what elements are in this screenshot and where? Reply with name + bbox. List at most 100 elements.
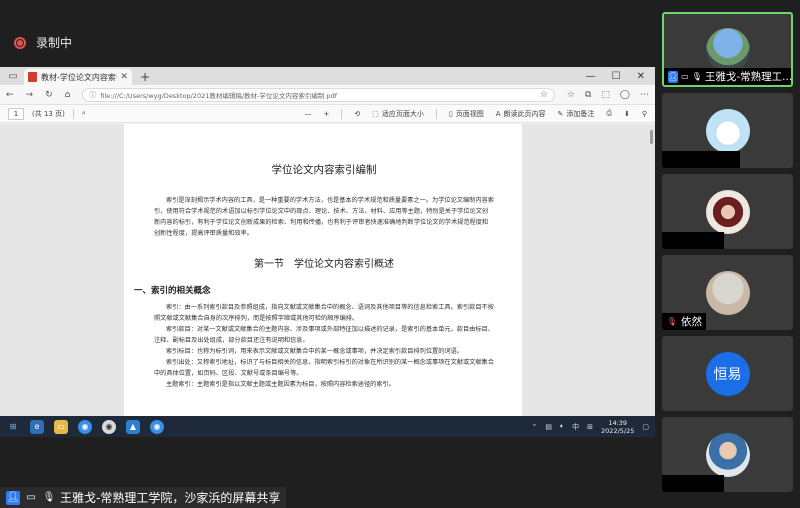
recording-indicator[interactable]: 录制中 <box>14 34 72 51</box>
microphone-icon: 🎙︎ <box>42 492 56 503</box>
pdf-toolbar: 1 (共 13 页) ⌕ — + ⟲ ⬚ 适应页面大小 ▯ 页面视图 A 朗读此页内容… <box>0 105 655 123</box>
zoom-in-button[interactable]: + <box>323 110 329 118</box>
participant-namebar <box>662 232 724 249</box>
refresh-icon[interactable]: ↻ <box>45 90 53 100</box>
record-icon <box>14 36 26 49</box>
home-icon[interactable]: ⌂ <box>65 90 71 100</box>
shared-screen: ▭ 教材-学位论文内容索引 ✕ + — ☐ ✕ ← → ↻ ⌂ ⓘ file:/… <box>0 67 655 437</box>
zoom-out-button[interactable]: — <box>304 110 311 118</box>
avatar <box>705 189 750 234</box>
participant-namebar: 🎙︎ 依然 <box>662 313 706 330</box>
file-explorer-icon[interactable]: ▭ <box>54 419 68 434</box>
page-number-input[interactable]: 1 <box>8 107 24 120</box>
page-view-icon: ▯ <box>448 109 453 118</box>
avatar <box>705 432 750 477</box>
participant-tile[interactable] <box>662 93 793 168</box>
url-text: file:///C:/Users/wyg/Desktop/2021教材编辑稿/教… <box>100 91 337 100</box>
tab-actions-icon[interactable]: ▭ <box>6 69 20 83</box>
page-view-label: 页面视图 <box>455 109 484 118</box>
maximize-button[interactable]: ☐ <box>612 71 621 82</box>
close-tab-icon[interactable]: ✕ <box>120 72 128 82</box>
notification-icon[interactable]: ▢ <box>642 423 649 431</box>
collections-icon[interactable]: ⧉ <box>585 90 591 100</box>
pdf-viewer[interactable]: 学位论文内容索引编制 索引是深刻揭示学术内容的工具，是一种重要的学术方法，也是基… <box>0 124 655 416</box>
search-icon[interactable]: ⌕ <box>82 109 86 118</box>
add-note-button[interactable]: ✎ 添加备注 <box>558 109 595 119</box>
edge-browser-icon[interactable]: e <box>30 419 44 434</box>
doc-title: 学位论文内容索引编制 <box>271 164 377 176</box>
participant-tile[interactable] <box>662 417 793 492</box>
app-icon[interactable]: ◉ <box>150 419 164 434</box>
paragraph: 索引：由一系列索引款目及参照组成，指向文献或文献集合中的概念、语词及其他项目等的… <box>154 304 494 322</box>
paragraph: 主题索引：主题索引是指以文献主题或主题因素为标目，按照内容检索途径的索引。 <box>166 381 395 388</box>
address-bar-row: ← → ↻ ⌂ ⓘ file:///C:/Users/wyg/Desktop/2… <box>0 85 655 105</box>
screen-share-icon: ▭ <box>26 492 36 503</box>
pdf-icon <box>28 72 37 82</box>
app-icon[interactable]: ◉ <box>102 419 116 434</box>
avatar <box>705 108 750 153</box>
clock-time: 14:39 <box>608 418 628 427</box>
participant-tile[interactable]: 恒易 <box>662 336 793 411</box>
participant-namebar: 👤︎ ▭ 🎙︎ 王雅戈-常熟理工... <box>664 68 791 85</box>
favorites-icon[interactable]: ☆ <box>567 90 575 100</box>
participant-tile[interactable] <box>662 174 793 249</box>
tab-title: 教材-学位论文内容索引 <box>41 72 118 82</box>
divider <box>435 108 437 119</box>
new-tab-button[interactable]: + <box>140 70 150 84</box>
windows-start-icon[interactable]: ⊞ <box>6 420 20 434</box>
windows-taskbar: ⊞ e ▭ ◉ ◉ ▲ ◉ ⌃ ▤ 🔈︎ 中 ⊞ 14:39 2022/5/25… <box>0 416 655 437</box>
apps-icon[interactable]: ⊞ <box>587 423 593 431</box>
heading-1: 一、索引的相关概念 <box>134 286 211 296</box>
close-button[interactable]: ✕ <box>637 71 645 82</box>
read-aloud-label: 朗读此页内容 <box>503 109 546 118</box>
participant-name: 依然 <box>681 316 702 328</box>
paragraph: 索引款目：对某一文献或文献集合的主题内容、涉及事项或外部特征加以描述的记录，是索… <box>154 326 494 344</box>
avatar <box>705 27 750 72</box>
read-aloud-icon: A <box>495 109 501 118</box>
network-icon[interactable]: ▤ <box>545 423 552 431</box>
minimize-button[interactable]: — <box>586 71 596 82</box>
scrollbar[interactable] <box>650 130 653 144</box>
window-controls: — ☐ ✕ <box>586 71 655 85</box>
person-icon: 👤︎ <box>668 70 679 83</box>
pin-icon[interactable]: ⚲ <box>642 110 647 118</box>
address-input[interactable]: ⓘ file:///C:/Users/wyg/Desktop/2021教材编辑稿… <box>82 87 555 102</box>
ime-indicator[interactable]: 中 <box>572 422 579 432</box>
paragraph: 索引标目：也称为标引词，用来表示文献或文献集合中的某一概念或事项，并决定索引款目… <box>166 348 463 355</box>
add-note-label: 添加备注 <box>566 109 595 118</box>
microphone-muted-icon: 🎙︎ <box>666 317 678 326</box>
read-aloud-button[interactable]: A 朗读此页内容 <box>496 109 546 119</box>
browser-tab[interactable]: 教材-学位论文内容索引 ✕ <box>24 69 132 85</box>
extensions-icon[interactable]: ⬚ <box>601 90 610 100</box>
print-icon[interactable]: ⎙ <box>606 109 612 118</box>
microphone-icon: 🎙︎ <box>691 72 702 81</box>
initials-avatar: 恒易 <box>705 351 750 396</box>
more-icon[interactable]: ⋯ <box>640 90 649 100</box>
paragraph: 索引出处：又称索引地址，标识了与标目相关的信息，指明索引标引的对象在所识别的某一… <box>154 359 494 377</box>
fit-page-button[interactable]: ⬚ 适应页面大小 <box>372 109 424 119</box>
participant-namebar <box>662 475 724 492</box>
rotate-icon[interactable]: ⟲ <box>354 110 360 118</box>
fit-page-label: 适应页面大小 <box>381 109 424 118</box>
pdf-tools: — + ⟲ ⬚ 适应页面大小 ▯ 页面视图 A 朗读此页内容 ✎ 添加备注 ⎙ ⬇ ⚲ <box>304 108 647 119</box>
clock[interactable]: 14:39 2022/5/25 <box>601 419 634 435</box>
volume-icon[interactable]: 🔈︎ <box>560 422 564 431</box>
forward-icon[interactable]: → <box>26 90 34 100</box>
app-icon[interactable]: ◉ <box>78 419 92 434</box>
screen-share-icon: ▭ <box>681 72 689 81</box>
divider <box>341 108 343 119</box>
page-view-button[interactable]: ▯ 页面视图 <box>449 109 484 119</box>
save-icon[interactable]: ⬇ <box>624 110 630 118</box>
participant-tile[interactable]: 🎙︎ 依然 <box>662 255 793 330</box>
tray-chevron-icon[interactable]: ⌃ <box>531 423 537 431</box>
back-icon[interactable]: ← <box>6 90 14 100</box>
participant-tile[interactable]: 👤︎ ▭ 🎙︎ 王雅戈-常熟理工... <box>662 12 793 87</box>
avatar <box>705 270 750 315</box>
info-icon: ⓘ <box>89 90 97 99</box>
app-icon[interactable]: ▲ <box>126 419 140 434</box>
section-title: 第一节 学位论文内容索引概述 <box>254 259 394 270</box>
person-icon: 👤︎ <box>6 490 20 505</box>
favorite-star-icon[interactable]: ☆ <box>540 90 548 100</box>
clock-date: 2022/5/25 <box>601 426 635 435</box>
profile-icon[interactable]: ◯ <box>620 90 630 100</box>
